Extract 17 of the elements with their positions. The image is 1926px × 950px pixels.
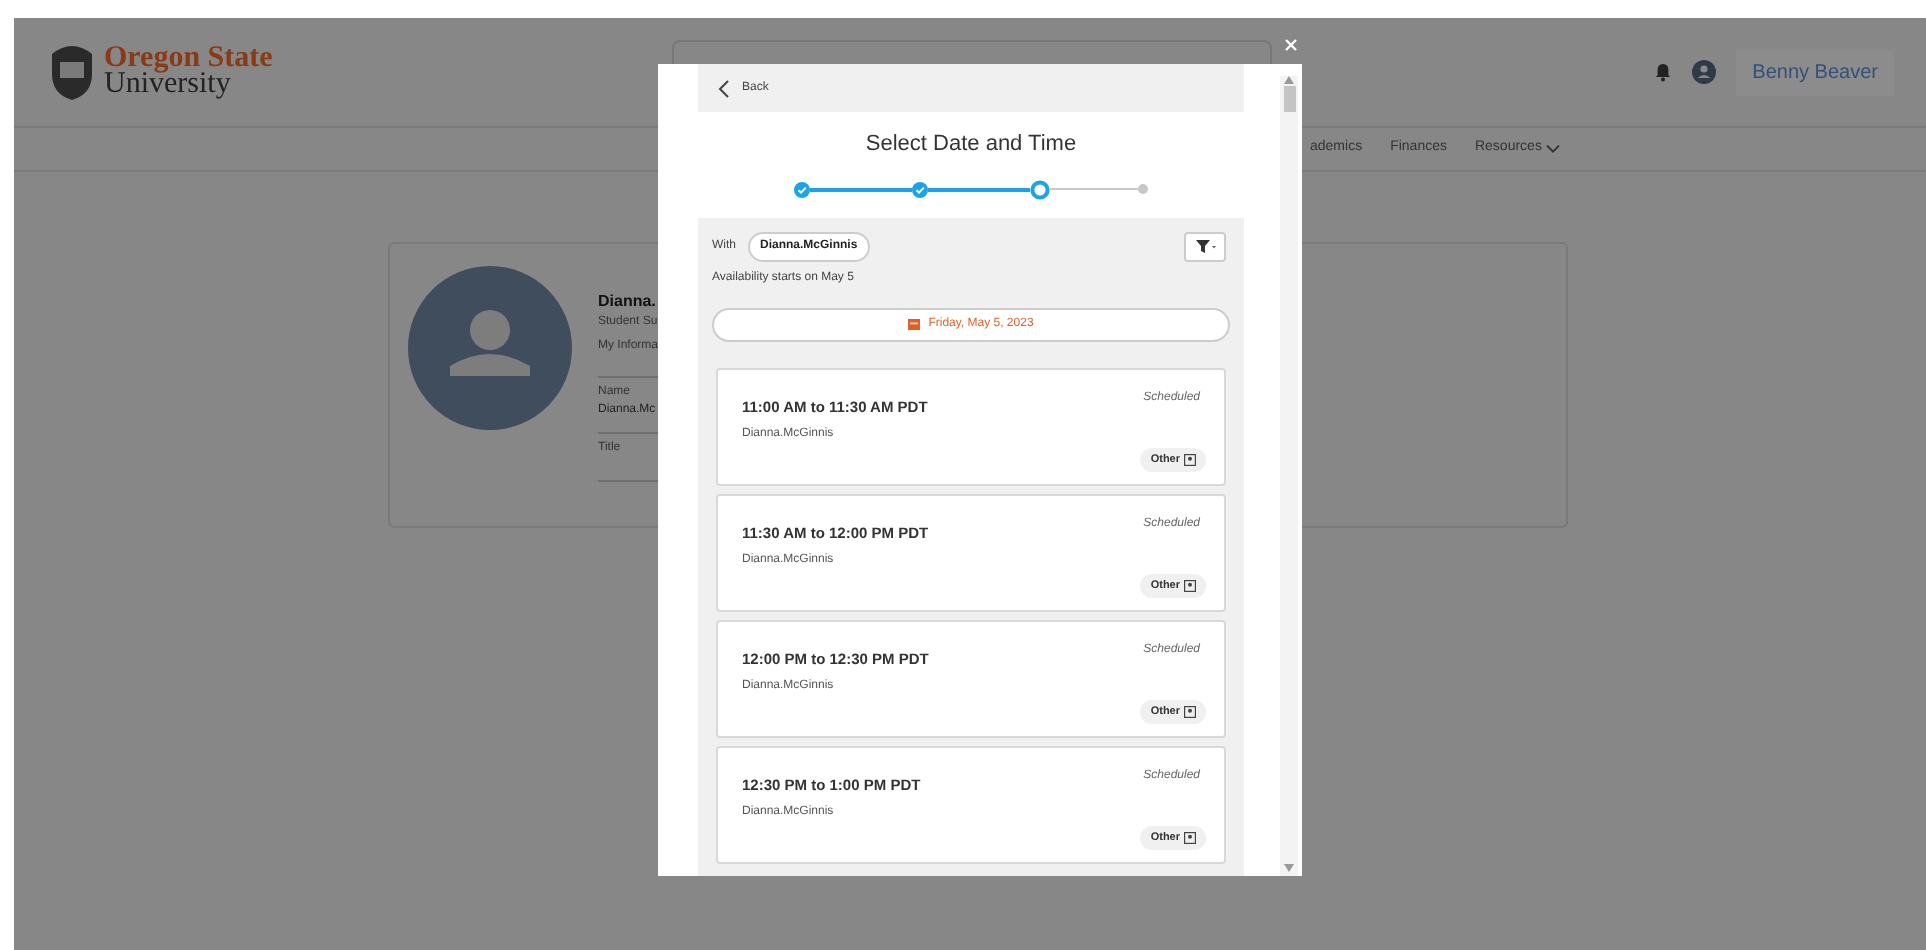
scroll-down-icon[interactable] [1284, 864, 1294, 872]
seal-icon [46, 42, 98, 102]
person-avatar-icon [408, 266, 572, 430]
close-button[interactable] [1282, 34, 1300, 54]
scrollbar-thumb[interactable] [1283, 86, 1295, 112]
logo-subtitle: University [104, 72, 233, 98]
bell-icon[interactable] [1654, 62, 1673, 82]
scrollbar-track[interactable] [1280, 76, 1298, 876]
avatar-icon[interactable] [1692, 60, 1717, 84]
close-icon [1284, 37, 1298, 51]
chevron-left-icon [718, 79, 730, 97]
logo-title: Oregon State [104, 46, 273, 72]
filter-icon [1195, 239, 1215, 253]
modal-title: Select Date and Time [865, 130, 1077, 160]
profile-name: Dianna. [598, 290, 656, 314]
calendar-icon [908, 318, 921, 330]
filter-button[interactable] [1184, 231, 1226, 261]
